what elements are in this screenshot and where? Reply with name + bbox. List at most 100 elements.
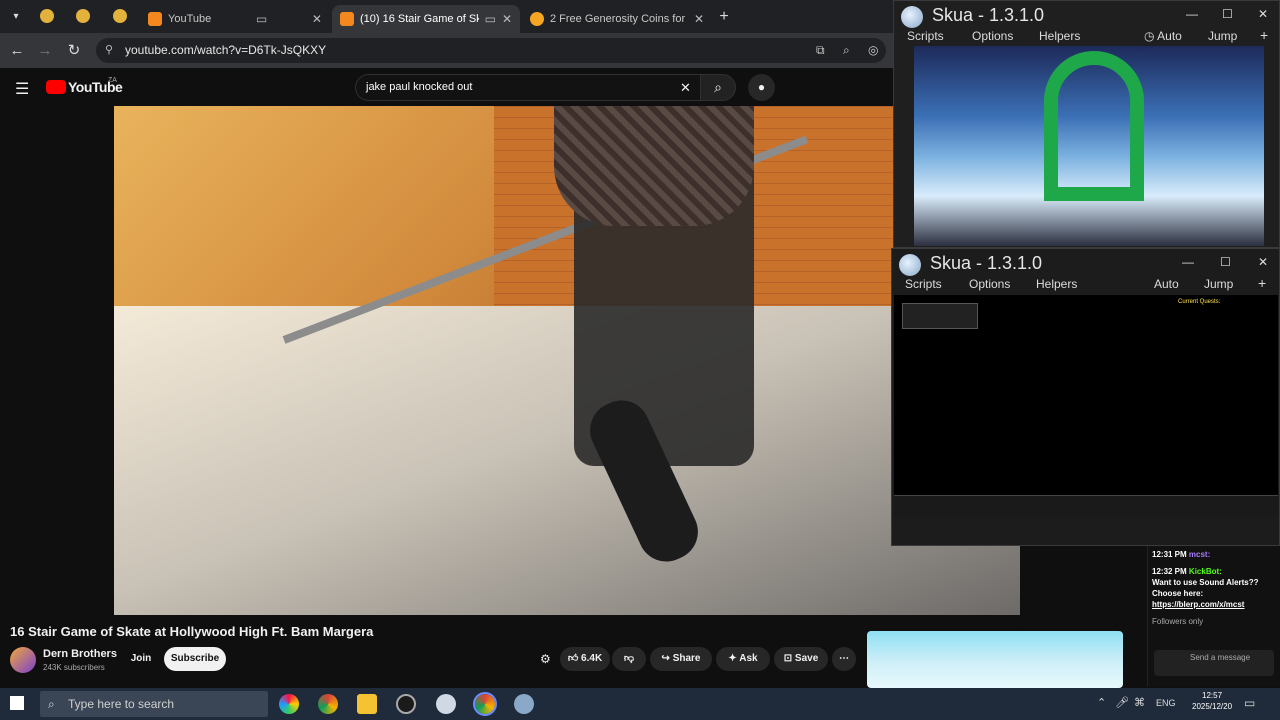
skua-window-top[interactable]: Skua - 1.3.1.0 — ☐ ✕ Scripts Options Hel… [893,0,1280,248]
tab-youtube[interactable]: YouTube ▭ ✕ [140,5,330,33]
obs-icon[interactable] [396,694,416,714]
subscribe-button[interactable]: Subscribe [164,647,226,671]
notifications-icon[interactable]: ▭ [1244,696,1255,710]
network-icon[interactable]: ⌘ [1134,696,1145,709]
player-portrait [902,303,978,329]
copilot-icon[interactable] [279,694,299,714]
youtube-masthead: ☰ YouTube ZA jake paul knocked out ✕ ⌕ ● [0,68,893,106]
minimize-button[interactable]: — [1182,255,1194,269]
window-title: Skua - 1.3.1.0 [930,253,1043,273]
extension-icon[interactable]: ⚙ [540,652,551,666]
media-icon: ▭ [484,12,496,26]
close-button[interactable]: ✕ [1258,7,1268,21]
menu-options[interactable]: Options [969,277,1010,291]
share-button[interactable]: ↪ Share [650,647,712,671]
tab-coins[interactable]: 2 Free Generosity Coins for all ✕ [522,5,712,33]
back-button[interactable]: ← [5,33,29,68]
tab-video[interactable]: (10) 16 Stair Game of Skate ▭ ✕ [332,5,520,33]
chat-input[interactable]: Send a message [1154,650,1274,676]
close-tab-icon[interactable]: ✕ [496,12,512,26]
ask-button[interactable]: ✦ Ask [716,647,770,671]
address-bar-row: ← → ↻ ⚲ youtube.com/watch?v=D6Tk-JsQKXY … [0,33,893,68]
bookmark-icon: ⊡ [783,653,793,664]
join-button[interactable]: Join [123,647,159,671]
close-button[interactable]: ✕ [1258,255,1268,269]
jump-button[interactable]: Jump [1208,29,1237,43]
search-button[interactable]: ⌕ [700,74,736,101]
pinned-tab-icon[interactable] [113,9,127,23]
reload-button[interactable]: ↻ [62,33,86,68]
menu-helpers[interactable]: Helpers [1036,277,1077,291]
close-tab-icon[interactable]: ✕ [306,12,322,26]
system-clock[interactable]: 12:57 2025/12/20 [1192,690,1232,712]
chat-message: 12:32 PM KickBot: Want to use Sound Alert… [1152,567,1259,609]
pinned-tab-icon[interactable] [40,9,54,23]
incognito-icon[interactable]: ◎ [868,38,878,63]
auto-toggle[interactable]: Auto [1154,277,1179,291]
video-info: 16 Stair Game of Skate at Hollywood High… [0,615,893,690]
sparkle-icon: ✦ [728,653,737,664]
add-button[interactable]: + [1258,275,1266,291]
skua-window-bottom[interactable]: Skua - 1.3.1.0 — ☐ ✕ Scripts Options Hel… [891,248,1280,546]
site-info-icon[interactable]: ⚲ [105,38,113,63]
chrome-active-icon[interactable] [473,692,497,716]
voice-search-button[interactable]: ● [748,74,775,101]
subscriber-count: 243K subscribers [43,663,105,672]
forward-button[interactable]: → [33,33,57,68]
youtube-logo-icon[interactable] [46,80,66,94]
file-explorer-icon[interactable] [357,694,377,714]
app-icon[interactable] [436,694,456,714]
windows-start-icon[interactable] [10,696,24,710]
url-field[interactable]: ⚲ youtube.com/watch?v=D6Tk-JsQKXY ⧉ ⌕ ◎ [96,38,886,63]
promo-banner[interactable] [867,631,1123,688]
maximize-button[interactable]: ☐ [1220,255,1231,269]
zoom-icon[interactable]: ⌕ [843,38,850,63]
channel-avatar[interactable] [10,647,36,673]
cast-icon[interactable]: ⧉ [816,38,825,63]
menu-icon[interactable]: ☰ [15,79,29,99]
maximize-button[interactable]: ☐ [1222,7,1233,21]
pinned-tab-icon[interactable] [76,9,90,23]
menu-helpers[interactable]: Helpers [1039,29,1080,43]
video-player[interactable] [114,106,1020,615]
clear-search-icon[interactable]: ✕ [680,80,691,96]
game-viewport[interactable] [914,46,1264,246]
tab-list-button[interactable]: ▾ [4,0,28,33]
taskbar: ⌕ Type here to search ⌃ 🎤︎ ⌘ ENG 12:57 20… [0,688,1280,720]
window-title: Skua - 1.3.1.0 [932,5,1045,25]
search-input[interactable]: jake paul knocked out [355,74,705,101]
skua-taskbar-icon[interactable] [514,694,534,714]
save-button[interactable]: ⊡ Save [774,647,828,671]
browser-tab-bar: ▾ YouTube ▭ ✕ (10) 16 Stair Game of Skat… [0,0,893,33]
more-actions-button[interactable]: ⋯ [832,647,856,671]
game-scene-portal [1044,51,1144,201]
minimize-button[interactable]: — [1186,7,1198,21]
region-code: ZA [108,77,117,84]
chat-panel: 12:31 PM mcst: 12:32 PM KickBot: Want to … [1147,546,1280,686]
dislike-button[interactable]: 👎︎ [612,647,646,671]
jump-button[interactable]: Jump [1204,277,1233,291]
menu-scripts[interactable]: Scripts [905,277,942,291]
new-tab-button[interactable]: + [712,0,736,33]
chrome-icon[interactable] [318,694,338,714]
youtube-favicon-icon [340,12,354,26]
quest-heading: Current Quests: [1178,299,1221,305]
auto-toggle[interactable]: ◷ Auto [1144,29,1182,43]
menu-scripts[interactable]: Scripts [907,29,944,43]
video-frame-shirt [554,106,754,226]
game-viewport[interactable]: Current Quests: [894,295,1278,517]
add-button[interactable]: + [1260,27,1268,43]
close-tab-icon[interactable]: ✕ [688,12,704,26]
taskbar-search-input[interactable]: ⌕ Type here to search [40,691,268,717]
clock-icon: ◷ [1144,29,1155,43]
chat-message: 12:31 PM mcst: [1152,550,1211,559]
channel-name[interactable]: Dern Brothers [43,648,117,660]
mic-icon[interactable]: 🎤︎ [1115,696,1129,709]
menu-options[interactable]: Options [972,29,1013,43]
language-indicator[interactable]: ENG [1156,698,1176,708]
tray-chevron-icon[interactable]: ⌃ [1097,696,1106,709]
game-action-bar[interactable] [894,495,1278,517]
skua-logo-icon [901,6,923,28]
search-icon: ⌕ [48,697,55,711]
like-button[interactable]: 👍︎ 6.4K [560,647,610,671]
